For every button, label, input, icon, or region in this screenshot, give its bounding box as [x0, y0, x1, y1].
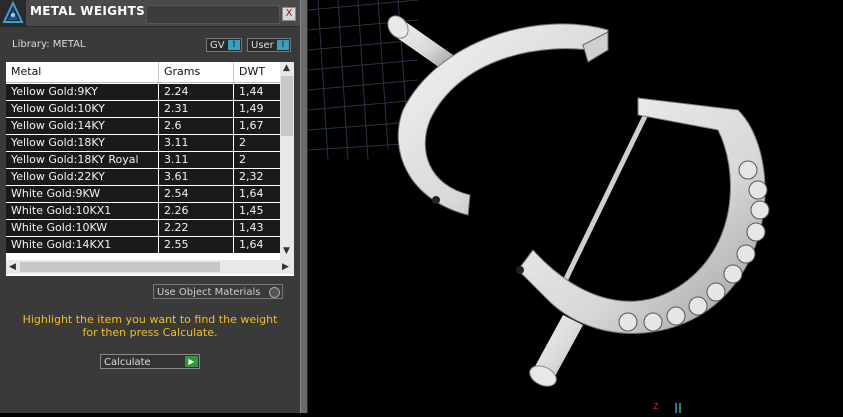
column-header-metal[interactable]: Metal: [6, 62, 156, 82]
play-icon: ▶: [185, 356, 198, 367]
panel-titlebar[interactable]: METAL WEIGHTS X: [0, 0, 303, 27]
grams-cell: 3.61: [158, 169, 232, 185]
dwt-cell: 1,43: [233, 220, 280, 236]
table-row[interactable]: Yellow Gold:10KY 2.31 1,49: [6, 101, 280, 117]
scroll-down-icon[interactable]: ▼: [283, 246, 290, 256]
app-logo-icon: [0, 0, 26, 26]
axis-gizmo-icon: [675, 403, 681, 413]
help-text-line2: for then press Calculate.: [82, 326, 218, 339]
dwt-cell: 1,44: [233, 84, 280, 100]
table-row[interactable]: Yellow Gold:14KY 2.6 1,67: [6, 118, 280, 134]
horizontal-scrollbar[interactable]: ◀ ▶: [6, 260, 294, 274]
help-text-line1: Highlight the item you want to find the …: [22, 313, 278, 326]
use-object-materials-checkbox[interactable]: Use Object Materials: [153, 284, 283, 299]
table-row[interactable]: White Gold:10KW 2.22 1,43: [6, 220, 280, 236]
dwt-cell: 2,32: [233, 169, 280, 185]
metal-cell: Yellow Gold:22KY: [11, 170, 105, 183]
user-toggle-label: User: [251, 40, 274, 51]
vertical-scrollbar[interactable]: ▲ ▼: [280, 62, 294, 260]
metal-cell: Yellow Gold:18KY: [11, 136, 105, 149]
scroll-left-icon[interactable]: ◀: [9, 262, 16, 272]
metal-cell: White Gold:10KW: [11, 221, 108, 234]
dwt-cell: 2: [233, 152, 280, 168]
radio-indicator-icon: [269, 287, 280, 298]
table-header: Metal Grams DWT: [6, 62, 280, 83]
metal-cell: Yellow Gold:9KY: [11, 85, 98, 98]
metal-cell: White Gold:10KX1: [11, 204, 112, 217]
gv-toggle-label: GV: [210, 40, 225, 51]
grams-cell: 2.31: [158, 101, 232, 117]
horizontal-scroll-thumb[interactable]: [20, 262, 220, 272]
column-header-dwt[interactable]: DWT: [233, 62, 281, 82]
dwt-cell: 2: [233, 135, 280, 151]
user-toggle-indicator-icon: I: [277, 40, 289, 50]
table-row[interactable]: Yellow Gold:9KY 2.24 1,44: [6, 84, 280, 100]
metal-cell: Yellow Gold:10KY: [11, 102, 105, 115]
grams-cell: 3.11: [158, 135, 232, 151]
table-row[interactable]: Yellow Gold:18KY 3.11 2: [6, 135, 280, 151]
table-row[interactable]: Yellow Gold:18KY Royal 3.11 2: [6, 152, 280, 168]
dwt-cell: 1,49: [233, 101, 280, 117]
table-row[interactable]: White Gold:9KW 2.54 1,64: [6, 186, 280, 202]
metal-cell: Yellow Gold:14KY: [11, 119, 105, 132]
metal-cell: Yellow Gold:18KY Royal: [11, 153, 139, 166]
calculate-label: Calculate: [104, 357, 151, 368]
table-body: Yellow Gold:9KY 2.24 1,44 Yellow Gold:10KY 2…: [6, 84, 280, 260]
gv-toggle[interactable]: GV I: [206, 38, 242, 52]
metal-cell: White Gold:14KX1: [11, 238, 112, 251]
ring-model: [307, 0, 770, 387]
calculate-button[interactable]: Calculate ▶: [100, 354, 200, 369]
metal-cell: White Gold:9KW: [11, 187, 101, 200]
gv-toggle-indicator-icon: I: [228, 40, 240, 50]
table-row[interactable]: Yellow Gold:22KY 3.61 2,32: [6, 169, 280, 185]
scroll-up-icon[interactable]: ▲: [283, 63, 290, 73]
grams-cell: 2.22: [158, 220, 232, 236]
help-text: Highlight the item you want to find the …: [6, 313, 294, 339]
close-button[interactable]: X: [282, 7, 296, 21]
panel-splitter[interactable]: [300, 0, 308, 413]
column-header-grams[interactable]: Grams: [158, 62, 232, 82]
grams-cell: 2.24: [158, 84, 232, 100]
titlebar-field: [146, 5, 280, 24]
table-row[interactable]: White Gold:10KX1 2.26 1,45: [6, 203, 280, 219]
user-toggle[interactable]: User I: [247, 38, 291, 52]
dwt-cell: 1,64: [233, 237, 280, 253]
lower-shank: [517, 97, 766, 334]
panel-title: METAL WEIGHTS: [30, 4, 146, 18]
vertical-scroll-thumb[interactable]: [281, 76, 293, 136]
grams-cell: 2.55: [158, 237, 232, 253]
use-object-materials-label: Use Object Materials: [157, 287, 261, 298]
axis-z-label: Z: [653, 402, 659, 411]
top-pin: [387, 15, 453, 70]
grams-cell: 2.54: [158, 186, 232, 202]
grams-cell: 2.6: [158, 118, 232, 134]
grams-cell: 2.26: [158, 203, 232, 219]
center-wire: [560, 108, 651, 287]
dwt-cell: 1,45: [233, 203, 280, 219]
library-label: Library: METAL: [12, 39, 86, 50]
dwt-cell: 1,67: [233, 118, 280, 134]
3d-viewport[interactable]: Z: [307, 0, 843, 413]
table-row[interactable]: White Gold:14KX1 2.55 1,64: [6, 237, 280, 253]
dwt-cell: 1,64: [233, 186, 280, 202]
metal-table: Metal Grams DWT Yellow Gold:9KY 2.24 1,44 Y…: [6, 62, 294, 276]
grams-cell: 3.11: [158, 152, 232, 168]
bottom-pin: [529, 315, 583, 387]
metal-weights-panel: METAL WEIGHTS X Library: METAL GV I User…: [0, 0, 303, 413]
scroll-right-icon[interactable]: ▶: [282, 262, 289, 272]
